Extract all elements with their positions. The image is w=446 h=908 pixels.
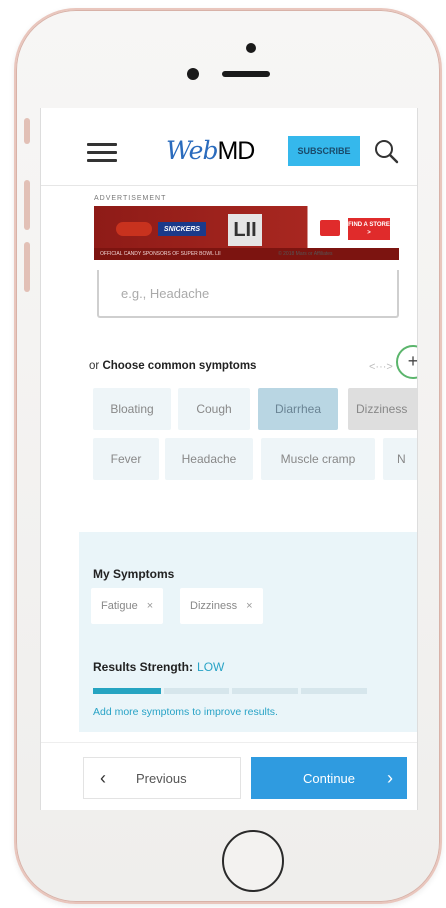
strength-bar-segment-3 [232,688,298,694]
my-symptoms-title: My Symptoms [93,567,175,581]
symptom-tag-label: Dizziness [190,600,238,612]
menu-icon[interactable] [87,143,117,163]
common-symptoms-title: or Choose common symptoms [89,360,256,372]
chevron-right-icon: › [387,767,393,788]
scroll-arrows-icon: <···> [369,361,393,373]
add-symptom-button[interactable]: + [396,345,417,379]
continue-button[interactable]: Continue › [251,757,407,799]
symptom-tag: Dizziness × [180,588,263,624]
earpiece-speaker [222,71,270,77]
remove-tag-icon[interactable]: × [246,600,252,612]
volume-up-button [24,180,30,230]
ad-banner[interactable]: SNICKERS LII FIND A STORE > OFFICIAL CAN… [94,206,399,260]
chip-dizziness[interactable]: Dizziness [348,388,417,430]
previous-button[interactable]: ‹ Previous [83,757,241,799]
chip-headache[interactable]: Headache [165,438,253,480]
ad-super-bowl-logo: LII [228,214,262,246]
ad-copyright: © 2018 Mars or Affiliates [278,251,333,257]
ad-footer-text: OFFICIAL CANDY SPONSORS OF SUPER BOWL LI… [94,248,399,260]
search-icon[interactable] [373,138,399,164]
bottom-navigation: ‹ Previous Continue › [41,742,417,810]
remove-tag-icon[interactable]: × [147,600,153,612]
ad-snickers-logo: SNICKERS [158,222,206,236]
chip-muscle-cramp[interactable]: Muscle cramp [261,438,375,480]
common-prefix: or [89,360,100,372]
site-header: WebMD SUBSCRIBE [41,108,417,186]
my-symptoms-panel: My Symptoms Fatigue × Dizziness × Result… [79,532,417,732]
front-camera [187,68,199,80]
strength-bar-segment-4 [301,688,367,694]
strength-bar-segment-1 [93,688,161,694]
ad-sponsor-text: OFFICIAL CANDY SPONSORS OF SUPER BOWL LI… [100,251,221,257]
continue-label: Continue [302,770,356,786]
results-strength-label: Results Strength: LOW [93,660,224,674]
chip-diarrhea[interactable]: Diarrhea [258,388,338,430]
results-strength-value: LOW [197,660,225,674]
symptom-search-input[interactable] [99,270,397,316]
strength-bar-segment-2 [164,688,229,694]
advertisement-label: ADVERTISEMENT [94,195,167,202]
volume-down-button [24,242,30,292]
home-button [222,830,284,892]
chevron-left-icon: ‹ [100,767,106,788]
phone-screen: WebMD SUBSCRIBE ADVERTISEMENT SNICKERS L… [40,108,418,810]
symptom-tag: Fatigue × [91,588,164,624]
common-title-text: Choose common symptoms [102,360,257,372]
symptom-search-field[interactable] [97,270,399,318]
strength-hint-text: Add more symptoms to improve results. [93,706,278,718]
chip-bloating[interactable]: Bloating [93,388,171,430]
subscribe-button[interactable]: SUBSCRIBE [288,136,360,166]
chip-cough[interactable]: Cough [178,388,250,430]
ad-find-store: FIND A STORE > [348,218,390,240]
symptom-tag-label: Fatigue [101,600,138,612]
chip-partial[interactable]: N [383,438,417,480]
chip-fever[interactable]: Fever [93,438,159,480]
webmd-logo[interactable]: WebMD [166,136,255,166]
ad-mini-logo [320,220,340,236]
previous-label: Previous [136,770,187,786]
camera-dot [246,43,256,53]
ad-candy-logo [116,222,152,236]
mute-switch [24,118,30,144]
results-strength-text: Results Strength: [93,660,194,674]
